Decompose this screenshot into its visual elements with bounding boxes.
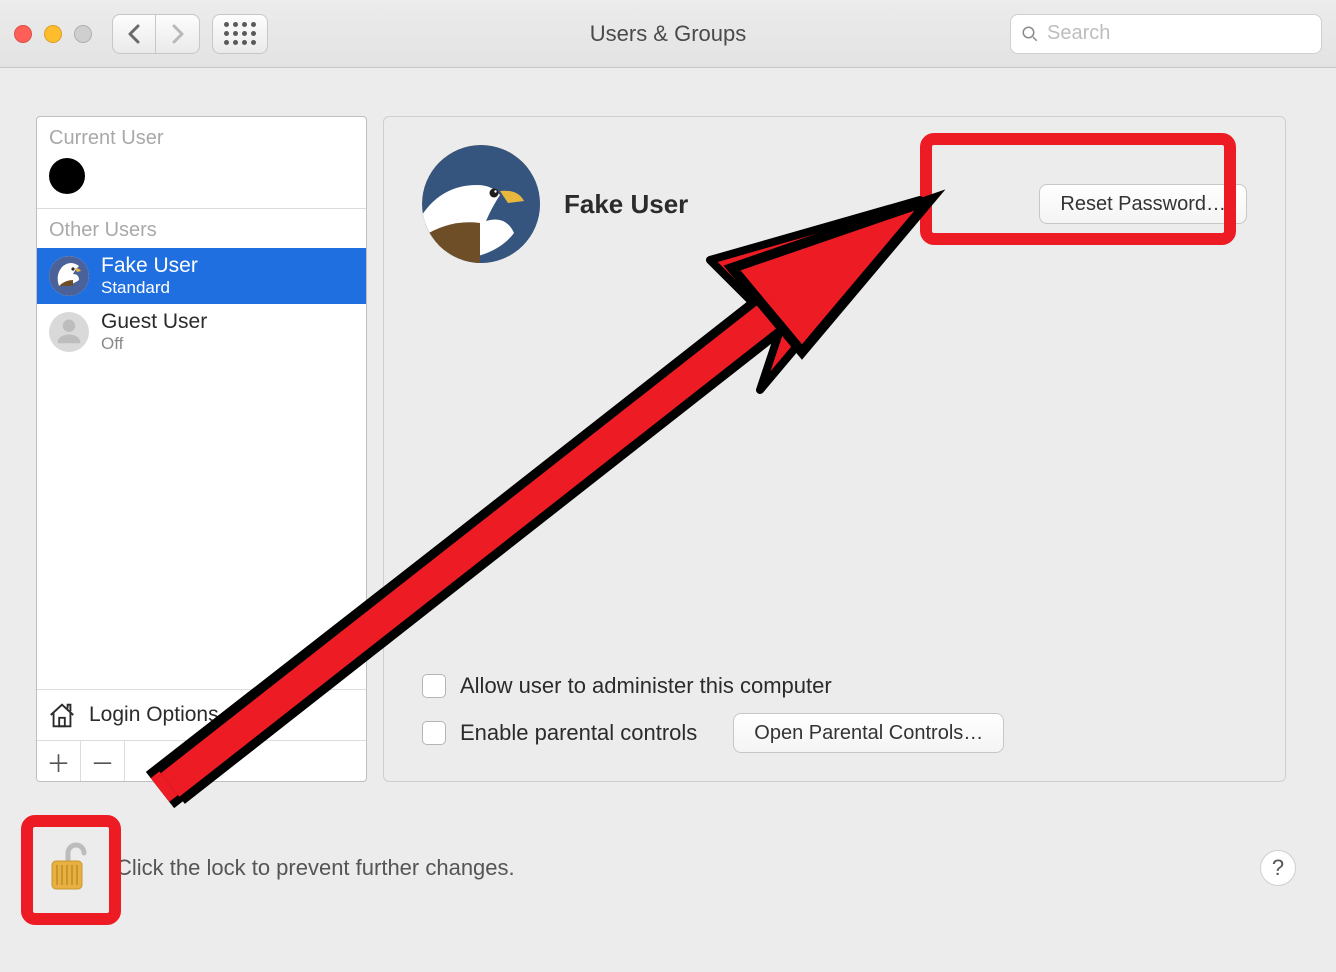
panel-header: Fake User Reset Password… <box>422 145 1247 263</box>
content-area: Current User Other Users Fake User Stand… <box>0 68 1336 782</box>
other-users-label: Other Users <box>37 209 366 248</box>
open-parental-controls-button[interactable]: Open Parental Controls… <box>733 713 1004 753</box>
reset-password-button[interactable]: Reset Password… <box>1039 184 1247 224</box>
grid-icon <box>224 22 256 45</box>
show-all-prefs-button[interactable] <box>212 14 268 54</box>
forward-button[interactable] <box>156 14 200 54</box>
user-avatar-eagle-icon <box>49 256 89 296</box>
current-user-label: Current User <box>37 117 366 156</box>
user-row-fake-user[interactable]: Fake User Standard <box>37 248 366 304</box>
add-remove-bar: ＋ － <box>37 741 366 781</box>
panel-user-name: Fake User <box>564 189 688 220</box>
admin-checkbox-row[interactable]: Allow user to administer this computer <box>422 673 1247 699</box>
back-button[interactable] <box>112 14 156 54</box>
lock-button[interactable] <box>40 838 96 898</box>
user-detail-panel: Fake User Reset Password… Allow user to … <box>383 116 1286 782</box>
titlebar: Users & Groups <box>0 0 1336 68</box>
user-name-label: Guest User <box>101 310 207 334</box>
window-title: Users & Groups <box>590 21 747 47</box>
user-role-label: Off <box>101 334 207 354</box>
search-input[interactable] <box>1047 22 1311 45</box>
close-window-button[interactable] <box>14 25 32 43</box>
current-user-row[interactable] <box>37 156 366 209</box>
user-name-label: Fake User <box>101 254 198 278</box>
user-avatar-large[interactable] <box>422 145 540 263</box>
users-sidebar: Current User Other Users Fake User Stand… <box>36 116 367 782</box>
user-role-label: Standard <box>101 278 198 298</box>
login-options-label: Login Options <box>89 703 219 727</box>
help-button[interactable]: ? <box>1260 850 1296 886</box>
remove-user-button[interactable]: － <box>81 741 125 781</box>
login-options-row[interactable]: Login Options <box>37 689 366 741</box>
parental-checkbox[interactable] <box>422 721 446 745</box>
user-avatar-silhouette-icon <box>49 312 89 352</box>
add-user-button[interactable]: ＋ <box>37 741 81 781</box>
zoom-window-button[interactable] <box>74 25 92 43</box>
current-user-avatar <box>49 158 85 194</box>
user-row-guest-user[interactable]: Guest User Off <box>37 304 366 360</box>
admin-checkbox-label: Allow user to administer this computer <box>460 673 832 699</box>
admin-checkbox[interactable] <box>422 674 446 698</box>
lock-hint-text: Click the lock to prevent further change… <box>116 855 515 881</box>
nav-buttons <box>112 14 200 54</box>
window-controls <box>14 25 92 43</box>
lock-open-icon <box>46 841 90 895</box>
footer: Click the lock to prevent further change… <box>40 838 1296 898</box>
minimize-window-button[interactable] <box>44 25 62 43</box>
search-field[interactable] <box>1010 14 1322 54</box>
house-icon <box>47 700 77 730</box>
search-icon <box>1021 25 1039 43</box>
parental-checkbox-label: Enable parental controls <box>460 720 697 746</box>
parental-checkbox-row[interactable]: Enable parental controls Open Parental C… <box>422 713 1247 753</box>
